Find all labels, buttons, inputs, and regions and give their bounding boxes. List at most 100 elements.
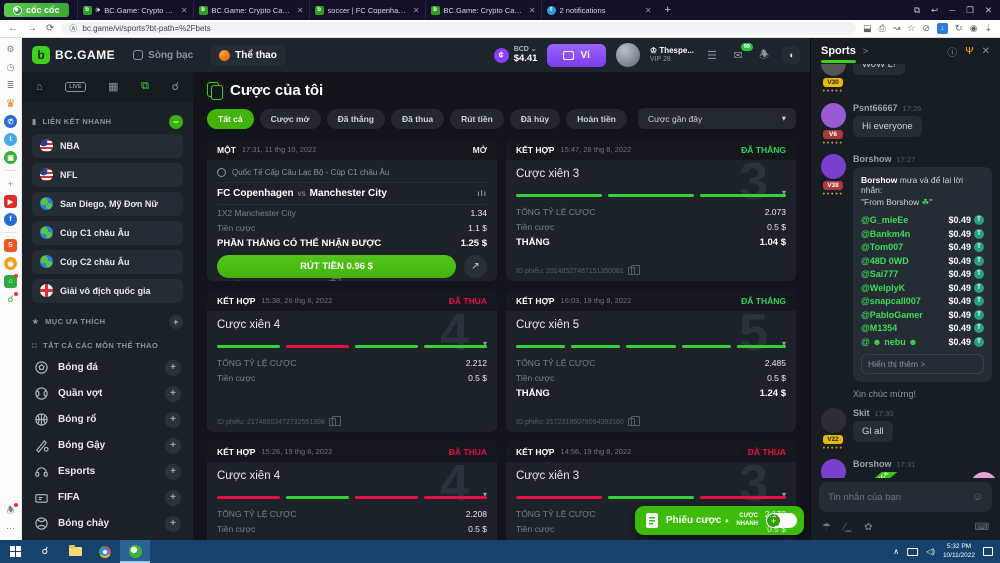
games-icon[interactable]: ▣ [4,151,17,164]
recipient-name[interactable]: @M1354 [861,323,897,333]
action-center-icon[interactable] [983,547,993,556]
site-info-icon[interactable]: Ⓐ [69,23,77,34]
share-icon[interactable]: ↝ [893,23,901,34]
tab-search-icon[interactable]: ⧉ [914,5,920,16]
history-icon[interactable]: ◷ [4,61,17,74]
expand-sport-button[interactable]: + [165,438,181,454]
filter-rút-tiền[interactable]: Rút tiền [450,109,504,129]
sidebar-sport-baseball[interactable]: Bóng chày+ [32,511,183,537]
avatar[interactable] [821,103,846,128]
chat-username[interactable]: Borshow [853,154,892,164]
add-favorite-button[interactable]: + [169,315,183,329]
chat-room-title[interactable]: Sports [821,45,856,57]
recipient-name[interactable]: @ ☻ nebu ☻ [861,337,918,347]
search-icon[interactable]: ☌ [172,80,179,93]
user-avatar[interactable] [616,43,640,67]
sidebar-quick-link[interactable]: Cúp C1 châu Âu [32,221,183,245]
match-stats-icon[interactable]: ılı [477,189,487,198]
coccoc-logo[interactable]: cốc cốc [4,3,69,17]
taskbar-search-icon[interactable]: ☌ [30,540,60,563]
copy-icon[interactable] [329,280,336,281]
filter-đã-thắng[interactable]: Đã thắng [327,109,385,129]
adblock-icon[interactable]: ⊘ [923,23,931,34]
expand-sport-button[interactable]: + [165,360,181,376]
chat-rules-icon[interactable]: ∕‗ [844,522,851,533]
calendar-icon[interactable]: ▦ [108,80,118,93]
copy-icon[interactable] [628,267,635,275]
chevron-right-icon[interactable]: > [863,46,868,56]
rail-more-icon[interactable]: ⋯ [4,522,17,535]
network-icon[interactable] [907,548,918,556]
inbox-mail-icon[interactable]: ✉99 [730,49,746,62]
coin-flower-icon[interactable]: ✿ [864,522,872,533]
expand-sport-button[interactable]: + [165,490,181,506]
recipient-name[interactable]: @PabloGamer [861,310,923,320]
translate-icon[interactable]: ⎙ [879,23,886,34]
chat-username[interactable]: Skit [853,408,870,418]
nav-casino[interactable]: Sòng bạc [125,45,201,66]
show-more-button[interactable]: Hiển thị thêm > [861,354,984,374]
new-tab-button[interactable]: + [657,4,679,16]
taskbar-clock[interactable]: 5:32 PM 10/11/2022 [943,543,975,559]
expand-sport-button[interactable]: + [165,412,181,428]
recipient-name[interactable]: @Bankm4n [861,229,910,239]
twitter-icon[interactable]: t [4,133,17,146]
tray-expand-icon[interactable]: ∧ [893,547,899,556]
menu-hamburger-icon[interactable]: ☰ [704,49,720,62]
cashout-button[interactable]: RÚT TIỀN 0.96 $ [217,255,456,278]
bcgame-logo[interactable]: b BC.GAME [32,46,115,64]
share-bet-button[interactable]: ↗ [464,255,487,278]
copy-icon[interactable] [329,418,336,426]
minimize-button[interactable]: ─ [949,5,955,15]
chrome-icon[interactable] [90,540,120,563]
expand-sport-button[interactable]: + [165,464,181,480]
rain-tip-icon[interactable]: ☂ [822,522,831,533]
filter-hoàn-tiền[interactable]: Hoàn tiền [566,109,627,129]
messenger-icon[interactable]: ✆ [4,115,17,128]
emoji-icon[interactable]: ☺ [972,491,983,503]
forward-button[interactable]: → [27,23,37,34]
sidebar-sport-tennis[interactable]: Quần vợt+ [32,381,183,407]
sidebar-sport-basketball[interactable]: Bóng rổ+ [32,407,183,433]
sync-icon[interactable]: ↻ [955,23,963,34]
recipient-name[interactable]: @Sai777 [861,269,898,279]
facebook-icon[interactable]: f [4,213,17,226]
store-icon[interactable]: ⌂ [4,275,17,288]
tab-audio-icon[interactable]: 🕪 [96,5,101,15]
gif-keyboard-icon[interactable]: ⌨ [975,522,989,533]
promo-icon[interactable]: ◉ [4,257,17,270]
copy-icon[interactable] [628,418,635,426]
chat-close-icon[interactable]: ✕ [982,46,990,57]
bookmark-star-icon[interactable]: ☆ [907,23,915,34]
tab-close-icon[interactable]: ✕ [529,6,536,15]
filter-cược-mở[interactable]: Cược mở [260,109,321,129]
back-button[interactable]: ← [8,23,18,34]
start-button[interactable] [0,540,30,563]
currency-selector[interactable]: ¢ BCD ⌄ $4.41 [494,46,538,65]
sidebar-quick-link[interactable]: Cúp C2 châu Âu [32,250,183,274]
sidebar-sport-esports[interactable]: Esports+ [32,459,183,485]
sidebar-quick-link[interactable]: Giải vô địch quốc gia [32,279,183,303]
collapse-quick-links-button[interactable]: − [169,115,183,129]
nav-sports[interactable]: Thể thao [211,45,285,66]
youtube-icon[interactable]: ▶ [4,195,17,208]
recipient-name[interactable]: @WelplyK [861,283,905,293]
coindrops-banner[interactable]: GOOD LUCKCoinDropsGood Luck!Grab [853,472,1000,478]
downloads-icon[interactable]: ⇣ [984,23,992,34]
browser-tab[interactable]: b🕪BC.Game: Crypto Casino✕ [77,0,193,20]
sidebar-quick-link[interactable]: San Diego, Mỹ Đơn Nữ [32,192,183,216]
avatar[interactable] [821,154,846,179]
file-explorer-icon[interactable] [60,540,90,563]
notifications-icon[interactable]: 🕭 [756,46,772,65]
sidebar-sport-soccer[interactable]: Bóng đá+ [32,355,183,381]
download-extension-icon[interactable]: ↓ [937,23,948,34]
close-button[interactable]: ✕ [985,5,992,16]
add-shortcut-icon[interactable]: + [4,177,17,190]
filter-đã-thua[interactable]: Đã thua [391,109,444,129]
save-page-icon[interactable]: ⬓ [863,23,872,34]
tab-close-icon[interactable]: ✕ [413,6,420,15]
tab-close-icon[interactable]: ✕ [297,6,304,15]
recipient-name[interactable]: @G_mieEe [861,215,908,225]
sidebar-sport-cricket[interactable]: Bóng Gậy+ [32,433,183,459]
profile-avatar-icon[interactable]: ◉ [970,23,978,34]
